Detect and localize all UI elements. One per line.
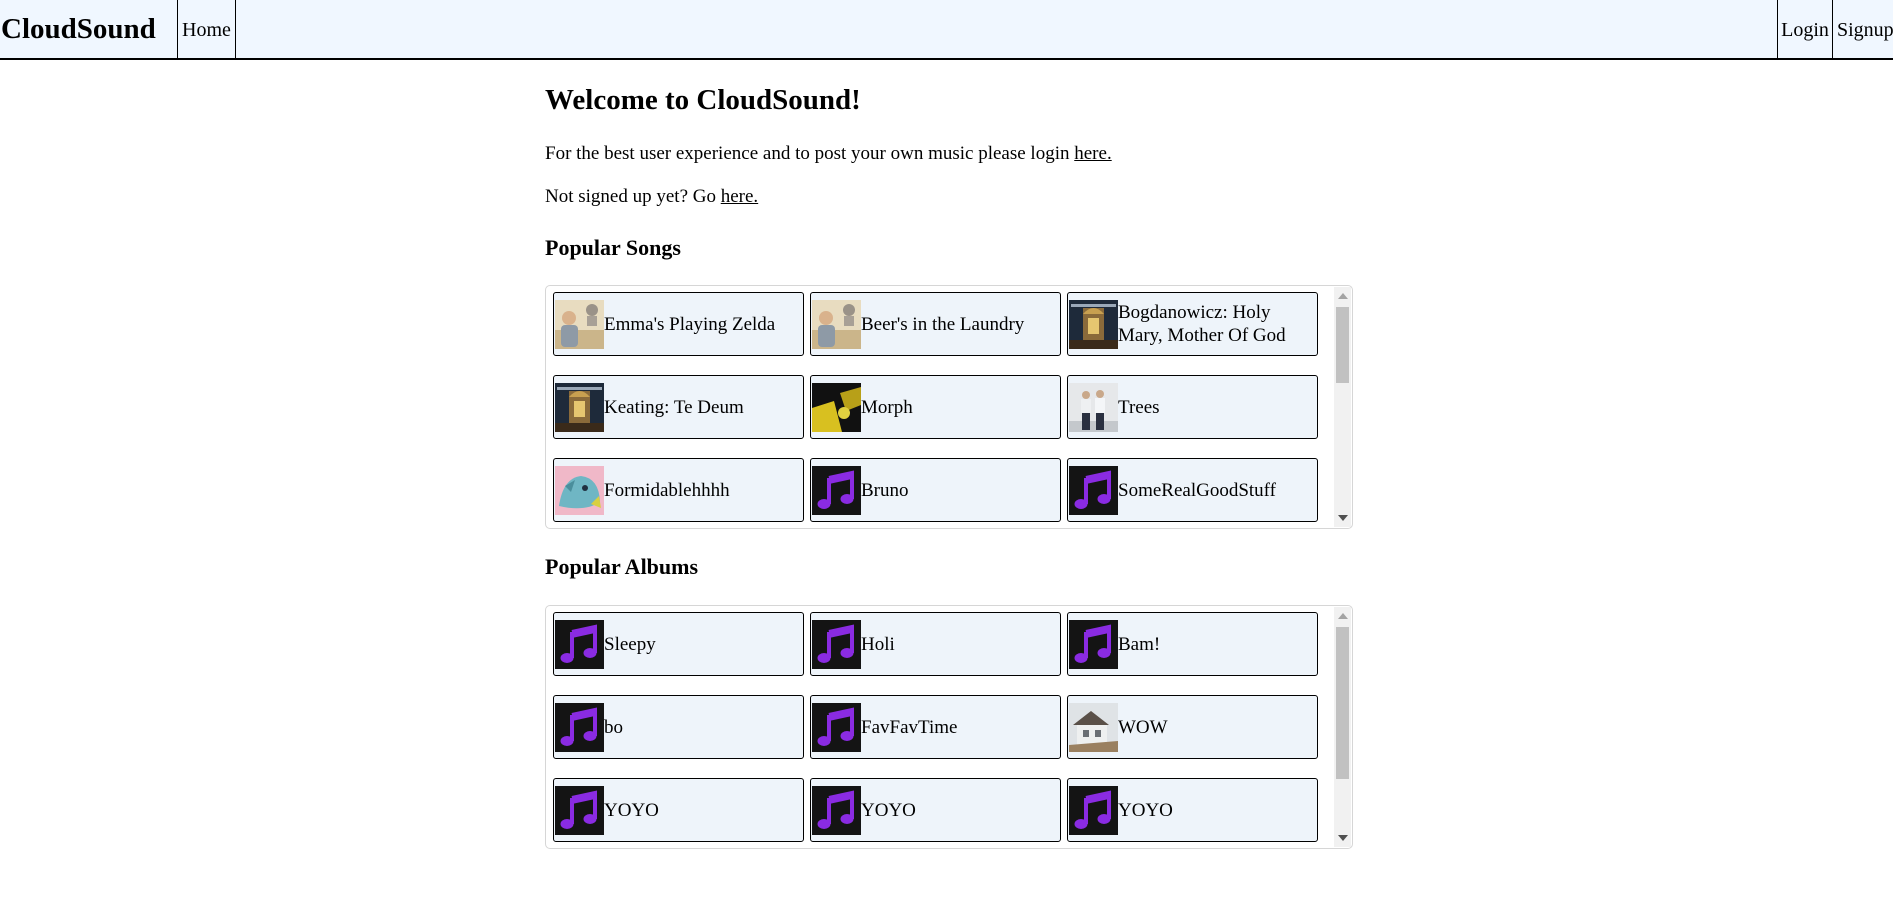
music-note-icon [555, 703, 604, 752]
song-card[interactable]: SomeRealGoodStuff [1067, 458, 1318, 522]
music-note-icon [555, 620, 604, 669]
signup-prompt-text: Not signed up yet? Go [545, 186, 721, 207]
album-title: Sleepy [604, 633, 656, 655]
album-title: FavFavTime [861, 716, 958, 738]
album-title: YOYO [604, 799, 659, 821]
welcome-heading: Welcome to CloudSound! [545, 84, 861, 116]
album-card[interactable]: YOYO [1067, 778, 1318, 842]
album-title: YOYO [861, 799, 916, 821]
album-card[interactable]: YOYO [553, 778, 804, 842]
album-title: Holi [861, 633, 895, 655]
scroll-down-icon[interactable] [1338, 515, 1348, 521]
music-note-icon [1069, 466, 1118, 515]
music-note-icon [812, 466, 861, 515]
login-prompt-text: For the best user experience and to post… [545, 143, 1075, 164]
song-title: Bogdanowicz: Holy Mary, Mother Of God [1118, 302, 1286, 346]
album-card[interactable]: YOYO [810, 778, 1061, 842]
cover-thumbnail [812, 300, 861, 349]
popular-songs-panel[interactable]: Emma's Playing Zelda Beer's in the Laund… [545, 285, 1353, 529]
music-note-icon [1069, 620, 1118, 669]
song-title: Emma's Playing Zelda [604, 313, 776, 335]
scrollbar-thumb[interactable] [1336, 307, 1349, 383]
signup-prompt: Not signed up yet? Go here. [545, 186, 758, 208]
nav-home-link[interactable]: Home [178, 0, 236, 60]
album-card[interactable]: FavFavTime [810, 695, 1061, 759]
song-title: SomeRealGoodStuff [1118, 479, 1276, 501]
album-title: Bam! [1118, 633, 1161, 655]
songs-scrollbar[interactable] [1334, 287, 1351, 527]
song-title: Trees [1118, 396, 1160, 418]
popular-songs-heading: Popular Songs [545, 235, 681, 260]
song-card[interactable]: Beer's in the Laundry [810, 292, 1061, 356]
song-card[interactable]: Bogdanowicz: Holy Mary, Mother Of God [1067, 292, 1318, 356]
top-navbar: CloudSound Home Login Signup [0, 0, 1893, 60]
login-here-link[interactable]: here. [1074, 143, 1111, 164]
cover-thumbnail [555, 300, 604, 349]
music-note-icon [812, 620, 861, 669]
cover-thumbnail [1069, 300, 1118, 349]
popular-albums-heading: Popular Albums [545, 554, 699, 579]
music-note-icon [555, 786, 604, 835]
album-title: bo [604, 716, 623, 738]
album-title: WOW [1118, 716, 1168, 738]
cover-thumbnail [1069, 703, 1118, 752]
album-card[interactable]: Bam! [1067, 612, 1318, 676]
cover-thumbnail [812, 383, 861, 432]
login-prompt: For the best user experience and to post… [545, 143, 1112, 165]
scroll-up-icon[interactable] [1338, 613, 1348, 619]
song-title: Keating: Te Deum [604, 396, 744, 418]
song-card[interactable]: Keating: Te Deum [553, 375, 804, 439]
scrollbar-thumb[interactable] [1336, 627, 1349, 779]
song-card[interactable]: Formidablehhhh [553, 458, 804, 522]
cover-thumbnail [555, 466, 604, 515]
signup-here-link[interactable]: here. [721, 186, 758, 207]
albums-scrollbar[interactable] [1334, 607, 1351, 847]
song-card[interactable]: Morph [810, 375, 1061, 439]
album-card[interactable]: bo [553, 695, 804, 759]
album-card[interactable]: WOW [1067, 695, 1318, 759]
scroll-up-icon[interactable] [1338, 293, 1348, 299]
album-title: YOYO [1118, 799, 1173, 821]
song-title: Morph [861, 396, 913, 418]
album-card[interactable]: Holi [810, 612, 1061, 676]
music-note-icon [1069, 786, 1118, 835]
popular-albums-panel[interactable]: Sleepy Holi Bam! bo FavFavTime WOW YOYO … [545, 605, 1353, 849]
music-note-icon [812, 703, 861, 752]
song-card[interactable]: Emma's Playing Zelda [553, 292, 804, 356]
music-note-icon [812, 786, 861, 835]
cover-thumbnail [1069, 383, 1118, 432]
brand-logo[interactable]: CloudSound [0, 0, 178, 60]
song-title: Formidablehhhh [604, 479, 730, 501]
cover-thumbnail [555, 383, 604, 432]
song-card[interactable]: Bruno [810, 458, 1061, 522]
nav-signup-link[interactable]: Signup [1832, 0, 1893, 60]
nav-login-link[interactable]: Login [1777, 0, 1832, 60]
song-card[interactable]: Trees [1067, 375, 1318, 439]
song-title: Bruno [861, 479, 909, 501]
scroll-down-icon[interactable] [1338, 835, 1348, 841]
album-card[interactable]: Sleepy [553, 612, 804, 676]
song-title: Beer's in the Laundry [861, 313, 1025, 335]
